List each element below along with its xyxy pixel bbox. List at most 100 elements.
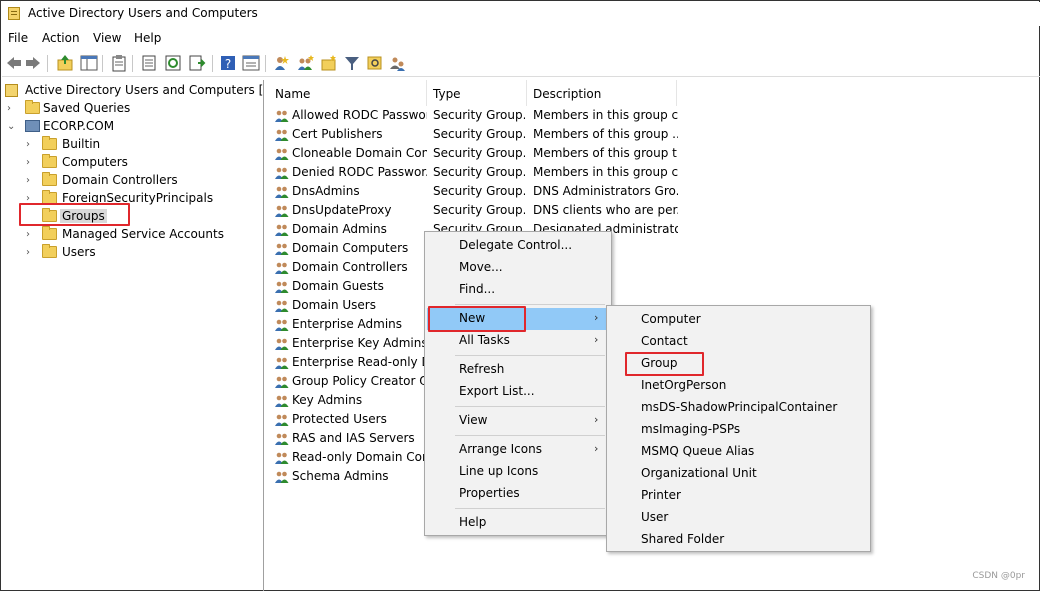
submenu-item-contact[interactable]: Contact (609, 331, 868, 353)
column-header-name[interactable]: Name (267, 83, 427, 105)
menu-item-view[interactable]: View › (427, 410, 609, 432)
chevron-right-icon: › (594, 311, 599, 324)
menu-help[interactable]: Help (134, 31, 161, 45)
menu-item-label: Find... (459, 282, 496, 296)
tree-item-builtin[interactable]: › Builtin (5, 136, 245, 154)
menu-item-label: User (641, 510, 669, 524)
security-group-icon (274, 261, 290, 275)
tree-item-computers[interactable]: › Computers (5, 154, 245, 172)
menu-item-delegate-control[interactable]: Delegate Control... (427, 235, 609, 257)
table-row[interactable]: DnsUpdateProxy Security Group... DNS clien… (267, 201, 687, 220)
domain-icon (25, 120, 40, 132)
menu-view[interactable]: View (93, 31, 121, 45)
security-group-icon (274, 413, 290, 427)
menu-item-find[interactable]: Find... (427, 279, 609, 301)
tree-item-foreign-security-principals[interactable]: › ForeignSecurityPrincipals (5, 190, 255, 208)
menu-item-help[interactable]: Help (427, 512, 609, 534)
tree-item-saved-queries[interactable]: › Saved Queries (5, 100, 205, 118)
chevron-right-icon[interactable]: › (26, 247, 36, 259)
tree-item-groups[interactable]: Groups (5, 208, 245, 226)
console-icon[interactable] (242, 54, 260, 72)
help-icon[interactable]: ? (219, 54, 237, 72)
security-group-icon (274, 109, 290, 123)
chevron-right-icon[interactable]: › (26, 229, 36, 241)
back-arrow-icon[interactable] (5, 54, 23, 72)
tree-item-root[interactable]: Active Directory Users and Computers [E-… (5, 82, 263, 100)
cell-name: Domain Guests (292, 279, 384, 293)
menu-separator (455, 406, 605, 407)
submenu-item-computer[interactable]: Computer (609, 309, 868, 331)
menu-item-new[interactable]: New › (427, 308, 609, 330)
table-row[interactable]: DnsAdmins Security Group... DNS Administra… (267, 182, 687, 201)
window-title: Active Directory Users and Computers (28, 6, 258, 20)
tree-item-managed-service-accounts[interactable]: › Managed Service Accounts (5, 226, 255, 244)
chevron-right-icon[interactable]: › (26, 175, 36, 187)
submenu-item-organizational-unit[interactable]: Organizational Unit (609, 463, 868, 485)
column-divider[interactable] (676, 80, 677, 106)
show-hide-tree-icon[interactable] (80, 54, 98, 72)
menu-item-export-list[interactable]: Export List... (427, 381, 609, 403)
chevron-right-icon[interactable]: › (26, 157, 36, 169)
menu-item-refresh[interactable]: Refresh (427, 359, 609, 381)
menu-item-label: Refresh (459, 362, 505, 376)
column-header-type[interactable]: Type (427, 83, 527, 105)
new-user-icon[interactable] (273, 54, 291, 72)
tree-item-users[interactable]: › Users (5, 244, 245, 262)
cell-name: Key Admins (292, 393, 363, 407)
cell-description: DNS clients who are per... (533, 203, 678, 217)
tree-item-domain[interactable]: ⌄ ECORP.COM (5, 118, 205, 136)
submenu-item-msmq-queue-alias[interactable]: MSMQ Queue Alias (609, 441, 868, 463)
toolbar-separator (47, 55, 48, 72)
table-row[interactable]: Denied RODC Passwor... Security Group... M… (267, 163, 687, 182)
chevron-right-icon: › (594, 442, 599, 455)
toolbar-separator (265, 55, 266, 72)
security-group-icon (274, 204, 290, 218)
menu-item-move[interactable]: Move... (427, 257, 609, 279)
menu-item-line-up-icons[interactable]: Line up Icons (427, 461, 609, 483)
submenu-item-inetorgperson[interactable]: InetOrgPerson (609, 375, 868, 397)
menu-item-all-tasks[interactable]: All Tasks › (427, 330, 609, 352)
toolbar-separator (102, 55, 103, 72)
table-row[interactable]: Cert Publishers Security Group... Members … (267, 125, 687, 144)
submenu-item-group[interactable]: Group (609, 353, 868, 375)
menu-item-arrange-icons[interactable]: Arrange Icons › (427, 439, 609, 461)
add-to-group-icon[interactable] (389, 54, 407, 72)
folder-icon (42, 172, 57, 186)
cell-name: DnsUpdateProxy (292, 203, 392, 217)
menu-item-properties[interactable]: Properties (427, 483, 609, 505)
table-row[interactable]: Cloneable Domain Con... Security Group...… (267, 144, 687, 163)
new-ou-icon[interactable] (320, 54, 338, 72)
new-group-icon[interactable] (297, 54, 315, 72)
up-folder-icon[interactable] (56, 54, 74, 72)
chevron-right-icon[interactable]: › (26, 139, 36, 151)
folder-icon (42, 190, 57, 204)
submenu-item-shared-folder[interactable]: Shared Folder (609, 529, 868, 551)
find-icon[interactable] (366, 54, 384, 72)
submenu-item-msds-shadow-principal-container[interactable]: msDS-ShadowPrincipalContainer (609, 397, 868, 419)
filter-icon[interactable] (343, 54, 361, 72)
forward-arrow-icon[interactable] (24, 54, 42, 72)
cell-name: Group Policy Creator O... (292, 374, 427, 388)
security-group-icon (274, 242, 290, 256)
tree-item-label: Managed Service Accounts (62, 227, 224, 241)
menu-file[interactable]: File (8, 31, 28, 45)
table-row[interactable]: Allowed RODC Passwor... Security Group...… (267, 106, 687, 125)
submenu-item-user[interactable]: User (609, 507, 868, 529)
watermark: CSDN @0pr (972, 571, 1025, 581)
submenu-item-printer[interactable]: Printer (609, 485, 868, 507)
column-header-description[interactable]: Description (527, 83, 677, 105)
submenu-item-msimaging-psps[interactable]: msImaging-PSPs (609, 419, 868, 441)
properties-icon[interactable] (140, 54, 158, 72)
ad-users-computers-icon (8, 7, 20, 20)
refresh-icon[interactable] (164, 54, 182, 72)
security-group-icon (274, 299, 290, 313)
chevron-down-icon[interactable]: ⌄ (7, 121, 17, 133)
column-header-label: Type (433, 87, 461, 101)
chevron-right-icon[interactable]: › (7, 103, 17, 115)
cell-name: Enterprise Admins (292, 317, 403, 331)
clipboard-icon[interactable] (110, 54, 128, 72)
tree-item-domain-controllers[interactable]: › Domain Controllers (5, 172, 245, 190)
chevron-right-icon[interactable]: › (26, 193, 36, 205)
menu-action[interactable]: Action (42, 31, 80, 45)
export-list-icon[interactable] (188, 54, 206, 72)
